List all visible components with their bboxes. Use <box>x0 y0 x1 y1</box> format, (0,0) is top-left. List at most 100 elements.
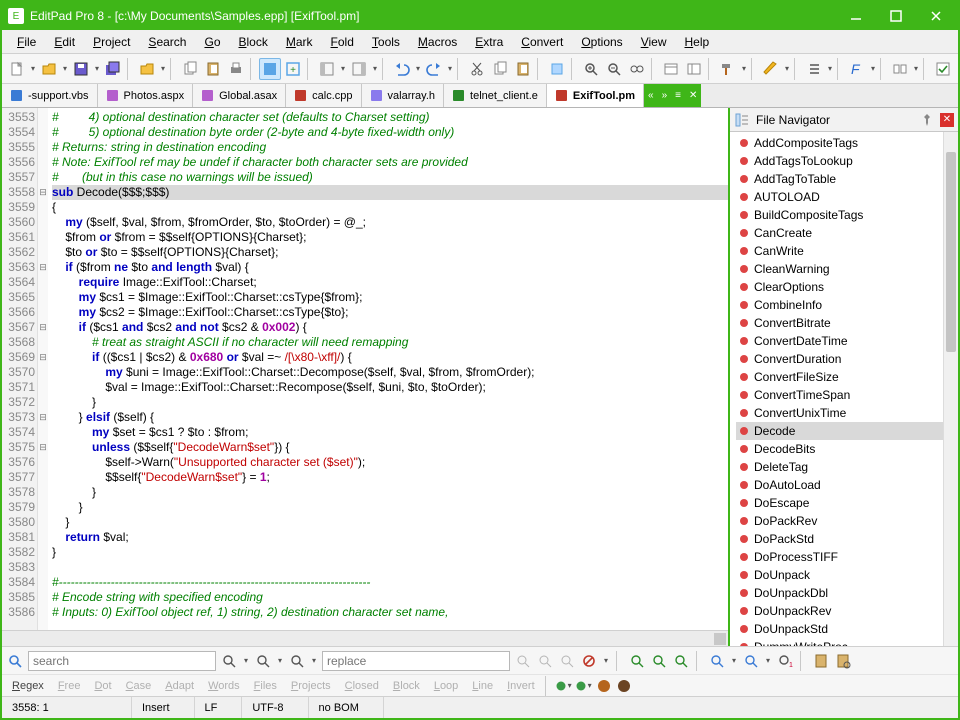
dropdown-icon[interactable]: ▾ <box>93 64 101 73</box>
nav-item[interactable]: BuildCompositeTags <box>736 206 958 224</box>
tool1-icon[interactable] <box>546 58 568 80</box>
menu-help[interactable]: Help <box>676 32 719 52</box>
globe-icon[interactable]: ▾ <box>555 677 573 695</box>
replace2-icon[interactable] <box>536 652 554 670</box>
paste2-icon[interactable] <box>512 58 534 80</box>
nav-item[interactable]: DoEscape <box>736 494 958 512</box>
nav-item[interactable]: DoProcessTIFF <box>736 548 958 566</box>
status-enc[interactable]: UTF-8 <box>242 697 308 718</box>
replace-input[interactable] <box>322 651 510 671</box>
replace3-icon[interactable] <box>558 652 576 670</box>
opt-free[interactable]: Free <box>52 678 87 694</box>
fold-gutter[interactable]: ⊟⊟⊟⊟⊟⊟ <box>38 108 48 630</box>
nav-item[interactable]: Decode <box>736 422 958 440</box>
nav-item[interactable]: ConvertTimeSpan <box>736 386 958 404</box>
code-editor[interactable]: 3553355435553556355735583559356035613562… <box>2 108 728 630</box>
dropdown-icon[interactable]: ▾ <box>159 64 167 73</box>
dropdown-icon[interactable]: ▾ <box>242 656 250 665</box>
nav-item[interactable]: DoUnpackDbl <box>736 584 958 602</box>
replace1-icon[interactable] <box>514 652 532 670</box>
opt-projects[interactable]: Projects <box>285 678 337 694</box>
dropdown-icon[interactable]: ▾ <box>339 64 347 73</box>
menu-tools[interactable]: Tools <box>363 32 409 52</box>
tab--support-vbs[interactable]: -support.vbs <box>2 84 98 107</box>
hl3-icon[interactable] <box>672 652 690 670</box>
opt-invert[interactable]: Invert <box>501 678 541 694</box>
find-in-sel-icon[interactable] <box>708 652 726 670</box>
feather-icon[interactable] <box>615 677 633 695</box>
copy-icon[interactable] <box>179 58 201 80</box>
save-icon[interactable] <box>70 58 92 80</box>
sidebar-right-icon[interactable] <box>348 58 370 80</box>
menu-view[interactable]: View <box>632 32 676 52</box>
cut-icon[interactable] <box>466 58 488 80</box>
tab-list-icon[interactable]: ≡ <box>671 90 685 101</box>
open-project-icon[interactable] <box>136 58 158 80</box>
opt-adapt[interactable]: Adapt <box>159 678 200 694</box>
dropdown-icon[interactable]: ▾ <box>869 64 877 73</box>
opt-dot[interactable]: Dot <box>88 678 117 694</box>
close-button[interactable] <box>916 3 956 29</box>
dropdown-icon[interactable]: ▾ <box>602 656 610 665</box>
clip-search-icon[interactable] <box>812 652 830 670</box>
tab-calc-cpp[interactable]: calc.cpp <box>286 84 361 107</box>
dropdown-icon[interactable]: ▾ <box>740 64 748 73</box>
search-prev-icon[interactable] <box>254 652 272 670</box>
opt-files[interactable]: Files <box>248 678 283 694</box>
menu-macros[interactable]: Macros <box>409 32 466 52</box>
menu-go[interactable]: Go <box>195 32 229 52</box>
redo-icon[interactable] <box>423 58 445 80</box>
dropdown-icon[interactable]: ▾ <box>730 656 738 665</box>
clip-replace-icon[interactable] <box>834 652 852 670</box>
opt-words[interactable]: Words <box>202 678 246 694</box>
options-icon[interactable] <box>932 58 954 80</box>
menu-options[interactable]: Options <box>572 32 631 52</box>
dropdown-icon[interactable]: ▾ <box>61 64 69 73</box>
nav-item[interactable]: CleanWarning <box>736 260 958 278</box>
marker-icon[interactable] <box>760 58 782 80</box>
dropdown-icon[interactable]: ▾ <box>29 64 37 73</box>
opt-line[interactable]: Line <box>466 678 499 694</box>
menu-mark[interactable]: Mark <box>277 32 322 52</box>
tab-valarray-h[interactable]: valarray.h <box>362 84 444 107</box>
tab-global-asax[interactable]: Global.asax <box>193 84 286 107</box>
files-panel-icon[interactable] <box>660 58 682 80</box>
menu-search[interactable]: Search <box>139 32 195 52</box>
monkey-icon[interactable] <box>595 677 613 695</box>
zoom-in-icon[interactable] <box>580 58 602 80</box>
replace-stop-icon[interactable] <box>580 652 598 670</box>
status-bom[interactable]: no BOM <box>309 697 384 718</box>
nav-item[interactable]: DecodeBits <box>736 440 958 458</box>
nav-item[interactable]: ConvertFileSize <box>736 368 958 386</box>
dropdown-icon[interactable]: ▾ <box>764 656 772 665</box>
hl1-icon[interactable] <box>628 652 646 670</box>
files-panel2-icon[interactable] <box>683 58 705 80</box>
nav-item[interactable]: DoUnpack <box>736 566 958 584</box>
menu-block[interactable]: Block <box>230 32 277 52</box>
nav-item[interactable]: ConvertUnixTime <box>736 404 958 422</box>
status-eol[interactable]: LF <box>195 697 243 718</box>
nav-item[interactable]: DummyWriteProc <box>736 638 958 646</box>
nav-item[interactable]: ClearOptions <box>736 278 958 296</box>
nav-item[interactable]: DoUnpackRev <box>736 602 958 620</box>
nav-item[interactable]: ConvertBitrate <box>736 314 958 332</box>
dropdown-icon[interactable]: ▾ <box>783 64 791 73</box>
list-icon[interactable] <box>803 58 825 80</box>
tab-next-icon[interactable]: » <box>658 90 672 101</box>
maximize-button[interactable] <box>876 3 916 29</box>
nav-item[interactable]: ConvertDuration <box>736 350 958 368</box>
nav-item[interactable]: AddTagsToLookup <box>736 152 958 170</box>
tab-prev-icon[interactable]: « <box>644 90 658 101</box>
dropdown-icon[interactable]: ▾ <box>912 64 920 73</box>
print-icon[interactable] <box>225 58 247 80</box>
nav-item[interactable]: CanWrite <box>736 242 958 260</box>
open-file-icon[interactable] <box>38 58 60 80</box>
dropdown-icon[interactable]: ▾ <box>276 656 284 665</box>
opt-case[interactable]: Case <box>120 678 158 694</box>
new-file-icon[interactable] <box>6 58 28 80</box>
menu-fold[interactable]: Fold <box>322 32 363 52</box>
nav-item[interactable]: AddCompositeTags <box>736 134 958 152</box>
tab-photos-aspx[interactable]: Photos.aspx <box>98 84 194 107</box>
status-pos[interactable]: 3558: 1 <box>2 697 132 718</box>
nav-item[interactable]: DeleteTag <box>736 458 958 476</box>
